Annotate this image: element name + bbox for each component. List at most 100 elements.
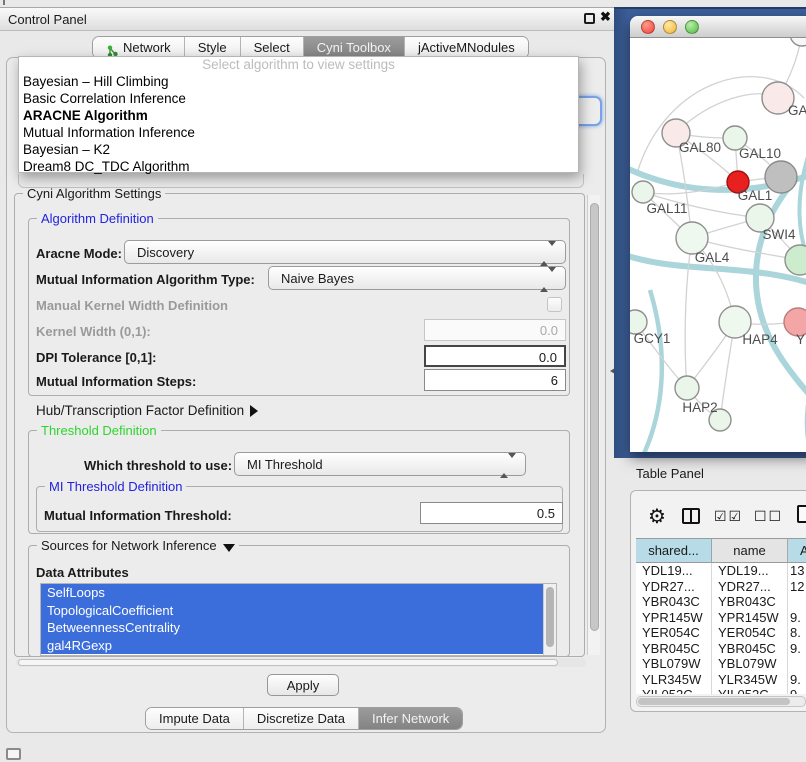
dropdown-option[interactable]: ARACNE Algorithm bbox=[19, 107, 578, 124]
close-traffic-light[interactable] bbox=[641, 20, 655, 34]
table-row[interactable]: YER054CYER054C8. bbox=[636, 625, 806, 641]
network-node[interactable] bbox=[675, 376, 699, 400]
table-row[interactable]: YDR27...YDR27...12 bbox=[636, 579, 806, 595]
table-panel-title: Table Panel bbox=[636, 466, 704, 481]
network-canvas[interactable]: GALGAL80GAL10GAL1GAL11SWI4GAL4GCY1HAP4YH… bbox=[630, 38, 806, 452]
data-attributes-label: Data Attributes bbox=[36, 565, 129, 580]
manual-kernel-checkbox[interactable] bbox=[547, 297, 562, 312]
table-cell: YDL19... bbox=[636, 563, 712, 579]
network-node-label: GAL10 bbox=[739, 146, 781, 161]
network-node-label: HAP2 bbox=[682, 400, 717, 415]
panel-corner-icon[interactable] bbox=[6, 748, 21, 760]
mi-type-combo[interactable]: Naive Bayes bbox=[268, 266, 566, 290]
hub-definition-toggle[interactable]: Hub/Transcription Factor Definition bbox=[36, 403, 258, 418]
dropdown-prompt: Select algorithm to view settings bbox=[19, 57, 578, 73]
table-body: YDL19...YDL19...13YDR27...YDR27...12YBR0… bbox=[636, 563, 806, 694]
kernel-width-label: Kernel Width (0,1): bbox=[36, 324, 151, 339]
table-row[interactable]: YPR145WYPR145W9. bbox=[636, 610, 806, 626]
column-header-clipped[interactable]: A bbox=[788, 538, 806, 563]
table-cell: YPR145W bbox=[636, 610, 712, 626]
application-root: Control Panel ✖ NetworkStyleSelectCyni T… bbox=[0, 0, 806, 762]
table-cell bbox=[788, 656, 806, 672]
dropdown-option[interactable]: Basic Correlation Inference bbox=[19, 90, 578, 107]
stepper-arrows-icon bbox=[540, 272, 556, 287]
settings-horizontal-scrollbar[interactable] bbox=[16, 658, 586, 667]
table-row[interactable]: YBR045CYBR045C9. bbox=[636, 641, 806, 657]
tab-infer-network[interactable]: Infer Network bbox=[358, 708, 462, 730]
dpi-tolerance-input[interactable]: 0.0 bbox=[424, 345, 566, 367]
network-node[interactable] bbox=[632, 181, 654, 203]
attribute-list-item[interactable]: TopologicalCoefficient bbox=[41, 602, 556, 620]
table-cell: YER054C bbox=[636, 625, 712, 641]
table-cell: YPR145W bbox=[712, 610, 788, 626]
network-window-titlebar[interactable] bbox=[630, 16, 806, 38]
table-cell: 13 bbox=[788, 563, 806, 579]
settings-vertical-scrollbar[interactable] bbox=[587, 195, 600, 655]
table-cell: YLR345W bbox=[712, 672, 788, 688]
function-builder-icon[interactable] bbox=[797, 505, 806, 523]
column-header-name[interactable]: name bbox=[712, 538, 788, 563]
combo-value: MI Threshold bbox=[247, 457, 323, 472]
mi-steps-input[interactable]: 6 bbox=[424, 369, 566, 391]
table-row[interactable]: YDL19...YDL19...13 bbox=[636, 563, 806, 579]
dropdown-option[interactable]: Mutual Information Inference bbox=[19, 124, 578, 141]
group-title: Cyni Algorithm Settings bbox=[23, 186, 165, 201]
kernel-width-input[interactable]: 0.0 bbox=[424, 319, 566, 341]
table-cell: YIL052C bbox=[712, 687, 788, 694]
data-attributes-list: SelfLoopsTopologicalCoefficientBetweenne… bbox=[40, 583, 557, 656]
close-icon[interactable]: ✖ bbox=[600, 9, 611, 25]
table-row[interactable]: YBL079WYBL079W bbox=[636, 656, 806, 672]
dropdown-option[interactable]: Bayesian – Hill Climbing bbox=[19, 73, 578, 90]
stepper-arrows-icon bbox=[500, 458, 516, 473]
deselect-all-checkboxes-icon[interactable]: ☐☐ bbox=[754, 508, 783, 525]
column-header-shared-name[interactable]: shared... bbox=[636, 538, 712, 563]
table-cell: 8. bbox=[788, 625, 806, 641]
apply-button[interactable]: Apply bbox=[267, 674, 339, 696]
network-graph: GALGAL80GAL10GAL1GAL11SWI4GAL4GCY1HAP4YH… bbox=[630, 38, 806, 452]
network-node-label: GCY1 bbox=[634, 331, 671, 346]
sources-toggle[interactable]: Sources for Network Inference bbox=[37, 538, 239, 553]
network-node-label: GAL11 bbox=[646, 201, 687, 216]
attribute-list-item[interactable]: BetweennessCentrality bbox=[41, 619, 556, 637]
network-node-label: GAL4 bbox=[695, 250, 730, 265]
table-cell: YBL079W bbox=[636, 656, 712, 672]
attributes-scrollbar[interactable] bbox=[543, 584, 556, 656]
tab-impute-data[interactable]: Impute Data bbox=[146, 708, 243, 730]
minimize-traffic-light[interactable] bbox=[663, 20, 677, 34]
table-cell: YLR345W bbox=[636, 672, 712, 688]
combo-value: Discovery bbox=[137, 245, 194, 260]
table-horizontal-scrollbar[interactable] bbox=[636, 696, 806, 707]
select-all-checkboxes-icon[interactable]: ☑☑ bbox=[714, 508, 743, 525]
bottom-tabbar: Impute DataDiscretize Data Infer Network bbox=[145, 707, 463, 730]
network-node[interactable] bbox=[790, 38, 806, 46]
hub-definition-label: Hub/Transcription Factor Definition bbox=[36, 403, 244, 418]
mi-threshold-label: Mutual Information Threshold: bbox=[44, 508, 232, 523]
network-node-label: Y bbox=[796, 332, 805, 347]
attribute-list-item[interactable]: gal4RGexp bbox=[41, 637, 556, 655]
table-row[interactable]: YLR345WYLR345W9. bbox=[636, 672, 806, 688]
mi-steps-label: Mutual Information Steps: bbox=[36, 374, 196, 389]
table-cell: YDL19... bbox=[712, 563, 788, 579]
aracne-mode-combo[interactable]: Discovery bbox=[124, 240, 566, 264]
network-node[interactable] bbox=[785, 245, 806, 275]
which-threshold-combo[interactable]: MI Threshold bbox=[234, 452, 526, 476]
network-node-label: GAL1 bbox=[738, 188, 773, 203]
dropdown-option[interactable]: Dream8 DC_TDC Algorithm bbox=[19, 158, 578, 175]
mi-threshold-input[interactable]: 0.5 bbox=[420, 502, 563, 524]
aracne-mode-label: Aracne Mode: bbox=[36, 246, 122, 261]
show-columns-icon[interactable] bbox=[682, 508, 700, 524]
dropdown-option[interactable]: Bayesian – K2 bbox=[19, 141, 578, 158]
tab-label: Style bbox=[198, 40, 227, 55]
combo-value: Naive Bayes bbox=[281, 271, 354, 286]
tab-discretize-data[interactable]: Discretize Data bbox=[243, 708, 358, 730]
table-row[interactable]: YBR043CYBR043C bbox=[636, 594, 806, 610]
stepper-arrows-icon bbox=[540, 246, 556, 261]
zoom-traffic-light[interactable] bbox=[685, 20, 699, 34]
group-title: Algorithm Definition bbox=[37, 211, 158, 226]
float-window-button[interactable] bbox=[584, 13, 595, 24]
table-row[interactable]: YIL052CYIL052C9. bbox=[636, 687, 806, 694]
gear-icon[interactable]: ⚙ bbox=[648, 504, 666, 529]
network-selector-combo-edge bbox=[18, 174, 584, 188]
attribute-list-item[interactable]: SelfLoops bbox=[41, 584, 556, 602]
tab-label: Infer Network bbox=[372, 711, 449, 726]
